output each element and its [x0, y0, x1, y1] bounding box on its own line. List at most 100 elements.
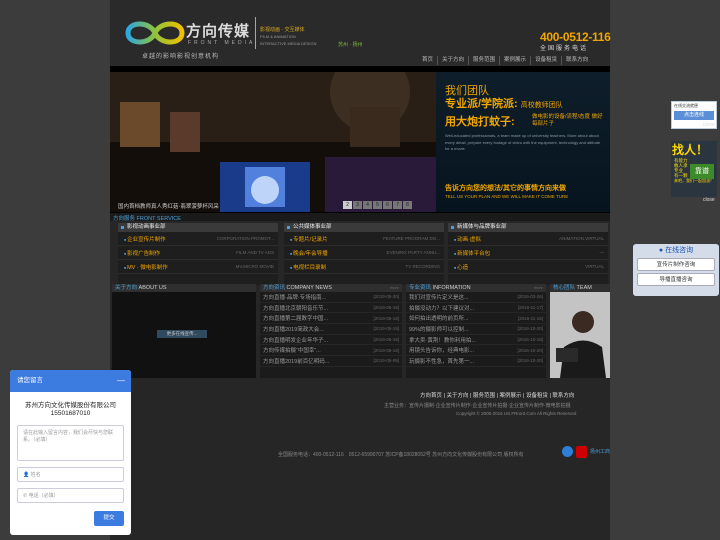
header-tag-city: 苏州 · 扬州 — [338, 42, 363, 48]
pager-item[interactable]: 6 — [383, 201, 392, 209]
list-item[interactable]: 玩摄影不性急，首先第一... [2016-10-20] — [406, 356, 546, 367]
logo-text[interactable]: 方向传媒 — [186, 20, 250, 41]
service-item[interactable]: 晚会/年会导播 EVENING PARTY ANNU... — [284, 246, 444, 260]
nav-about[interactable]: 关于方向 — [437, 56, 468, 65]
pager-item[interactable]: 2 — [343, 201, 352, 209]
list-item[interactable]: 如何拍出透明的前页所... [2016-11-15] — [406, 313, 546, 325]
qq-connect-button[interactable]: 点击连线 — [674, 111, 714, 120]
service-item-zh: 电视栏目录制 — [290, 263, 326, 271]
consult-option[interactable]: 宣传片制作咨询 — [637, 258, 715, 271]
list-item[interactable]: 用镜头告诉你，经典电影... [2016-10-20] — [406, 345, 546, 357]
recruit-banner[interactable]: 找人！ 有能力 敢人承 专业 有一颗 靠谱 来吧，我们一起加油！ — [671, 141, 717, 197]
list-item[interactable]: 方向直播2019简政大会... [2019-05-19] — [260, 324, 402, 335]
service-column-head: 影视动画事业部 — [118, 223, 278, 232]
phone-field[interactable]: ✆ 电话（必填） — [17, 488, 124, 503]
info-item-title: 玩摄影不性急，首先第一... — [409, 358, 475, 365]
header-tag-main: 影视动画 · 交互媒体 — [260, 27, 305, 33]
service-item[interactable]: 动画·虚拟 ANIMATION,VIRTUAL — [448, 232, 608, 246]
list-item[interactable]: 方向直播·品牌·专场指南... [2019-05-30] — [260, 292, 402, 303]
info-list: 我们对宣传片定义是这... [2016-03-26] 拍摄没动力？以下建议对...… — [406, 292, 546, 378]
service-item[interactable]: 心造 VIRTUAL — [448, 260, 608, 274]
service-item-en: CORPORATION PROMOT... — [216, 236, 274, 241]
consult-option[interactable]: 导播直播咨询 — [637, 273, 715, 286]
consult-title: 在线咨询 — [665, 247, 694, 254]
list-item[interactable]: 99%的摄影师可以控制... [2016-10-20] — [406, 324, 546, 335]
about-title: 关于方向 — [115, 285, 138, 291]
nav-cases[interactable]: 案例展示 — [499, 56, 530, 65]
chat-bubble-icon[interactable] — [562, 446, 573, 457]
logo-infinity-icon[interactable] — [120, 18, 190, 48]
news-head: 方向资讯 COMPANY NEWS more — [260, 284, 402, 292]
nav-contact[interactable]: 联系方向 — [561, 56, 592, 65]
service-column-head: 新媒体与品牌事业部 — [448, 223, 608, 232]
name-field[interactable]: 👤 姓名 — [17, 467, 124, 482]
info-item-date: [2016-11-15] — [517, 315, 543, 321]
service-item[interactable]: 新媒体平台包 — — [448, 246, 608, 260]
info-item-date: [2016-10-20] — [517, 358, 543, 364]
info-title: 专业资讯 — [409, 285, 432, 291]
service-item[interactable]: MV · 微电影制作 MV,MICRO MOVIE — [118, 260, 278, 274]
list-item[interactable]: 拿大卖·黄荆！教你利用拍... [2016-10-18] — [406, 335, 546, 346]
about-more-button[interactable]: 更多在线宣传... — [157, 330, 207, 338]
news-more-link[interactable]: more — [390, 284, 402, 292]
close-button[interactable]: close — [703, 122, 715, 128]
list-item[interactable]: 方向直播第二届数字中国... [2019-05-19] — [260, 313, 402, 325]
list-item[interactable]: 方向直播明发企业年华子... [2019-05-19] — [260, 335, 402, 346]
message-phone: 15501687010 — [50, 410, 91, 417]
pager-item[interactable]: 3 — [353, 201, 362, 209]
service-item-en: VIRTUAL — [585, 264, 604, 269]
news-title: 方向资讯 — [263, 285, 286, 291]
message-textarea[interactable]: 请在此输入留言内容，我们会尽快与您联系。（必填） — [17, 425, 124, 461]
footer-nav[interactable]: 方向首页 | 关于方向 | 服务范围 | 案例展示 | 设备租赁 | 联系方向 — [420, 391, 574, 399]
header-divider — [255, 17, 256, 49]
info-item-date: [2016-11-17] — [517, 305, 543, 311]
banner-title-pro: 专业派/学院派: 高校教师团队 — [445, 95, 563, 111]
list-item[interactable]: 我们对宣传片定义是这... [2016-03-26] — [406, 292, 546, 303]
info-item-title: 99%的摄影师可以控制... — [409, 326, 469, 333]
service-item[interactable]: 专题片/记录片 FEATURE PROGRAM DO... — [284, 232, 444, 246]
nav-rental[interactable]: 设备租赁 — [530, 56, 561, 65]
news-item-date: [2019-05-19] — [373, 305, 399, 311]
footer-info: 全国服务电话：400-0512-116 0512-65990707 苏ICP备1… — [278, 452, 524, 458]
pager-item[interactable]: 5 — [373, 201, 382, 209]
news-item-title: 方向传媒拍摄“中国幸”... — [263, 348, 321, 355]
team-title-en: TEAM — [576, 285, 592, 291]
service-column-head: 公共媒体事业部 — [284, 223, 444, 232]
news-item-date: [2019-05-19] — [373, 315, 399, 321]
services-bar — [110, 213, 610, 221]
list-item[interactable]: 拍摄没动力？以下建议对... [2016-11-17] — [406, 303, 546, 314]
services-title: 方向服务 FRONT SERVICE — [113, 216, 181, 222]
service-item-en: MV,MICRO MOVIE — [235, 264, 274, 269]
service-item-en: FEATURE PROGRAM DO... — [383, 236, 440, 241]
info-more-link[interactable]: more — [534, 284, 546, 292]
minimize-icon[interactable]: — — [117, 370, 125, 392]
banner-pager: 2 3 4 5 6 7 8 — [343, 201, 412, 209]
service-item-en: ANIMATION,VIRTUAL — [559, 236, 604, 241]
recruit-badge: 靠谱 — [690, 164, 714, 179]
banner-english-text: Well-educated professionals, a team made… — [445, 133, 601, 151]
service-item[interactable]: 企业宣传片制作 CORPORATION PROMOT... — [118, 232, 278, 246]
service-item-zh: 专题片/记录片 — [290, 235, 328, 243]
submit-button[interactable]: 提交 — [94, 511, 124, 526]
nav-services[interactable]: 服务范围 — [468, 56, 499, 65]
service-item[interactable]: 影视广告制作 FILM AND TV ADS — [118, 246, 278, 260]
police-badge-icon[interactable] — [576, 446, 587, 458]
team-photo[interactable] — [550, 292, 610, 378]
list-item[interactable]: 方向直播北京朝阳音乐节... [2019-05-19] — [260, 303, 402, 314]
nav-home[interactable]: 首页 — [418, 56, 437, 65]
banner-caption: 国内首档教师真人秀红菇·翡翠菠萝杯风采 — [118, 204, 219, 210]
list-item[interactable]: 方向直播2019前百亿明码... [2019-05-09] — [260, 356, 402, 367]
footer-badge-label[interactable]: 扬州工商 — [590, 448, 610, 455]
about-head: 关于方向 ABOUT US — [112, 284, 256, 292]
close-button[interactable]: close — [703, 197, 715, 203]
footer-copyright: Copyright © 2006-2015 US.FRront.Com All … — [456, 411, 577, 416]
name-placeholder: 姓名 — [30, 472, 41, 478]
pager-item[interactable]: 8 — [403, 201, 412, 209]
list-item[interactable]: 方向传媒拍摄“中国幸”... [2019-05-19] — [260, 345, 402, 357]
banner-photo[interactable] — [110, 72, 436, 212]
service-item[interactable]: 电视栏目录制 TV RECORDING — [284, 260, 444, 274]
pager-item[interactable]: 7 — [393, 201, 402, 209]
service-item-en: EVENING PARTY ANNU... — [386, 250, 440, 255]
news-item-date: [2019-05-19] — [373, 326, 399, 332]
pager-item[interactable]: 4 — [363, 201, 372, 209]
